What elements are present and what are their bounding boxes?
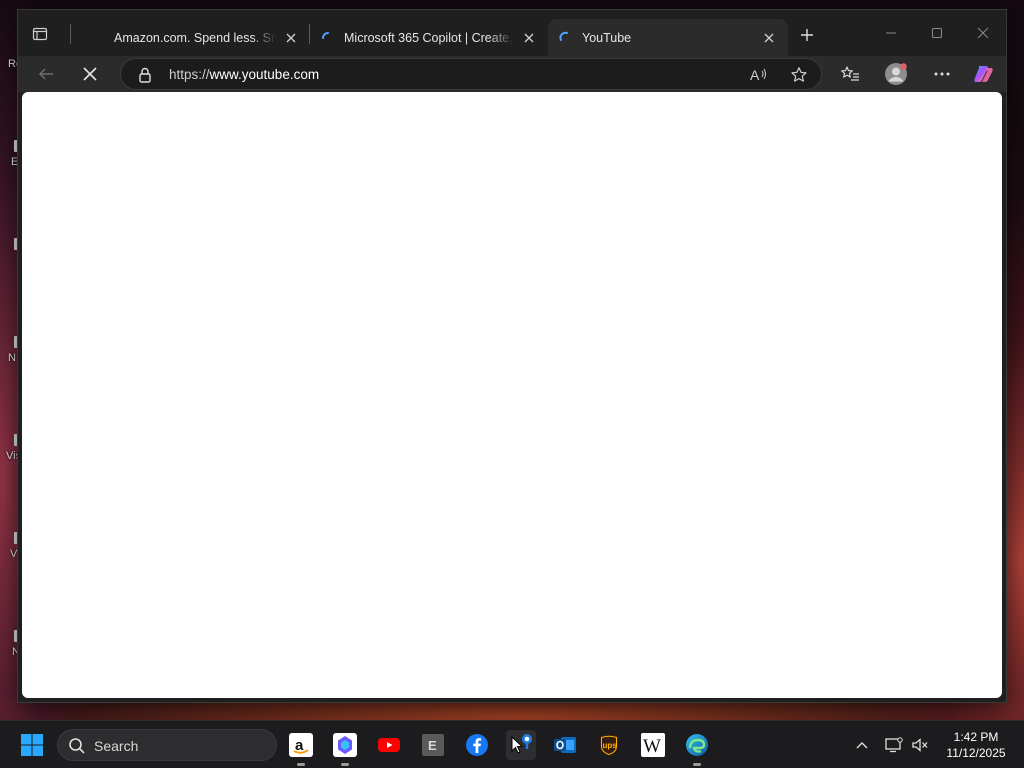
browser-toolbar: https://www.youtube.com A bbox=[18, 56, 1006, 92]
taskbar-app-ups[interactable]: ups bbox=[594, 730, 624, 760]
etsy-icon: E bbox=[422, 734, 444, 756]
tab-youtube[interactable]: YouTube bbox=[548, 19, 788, 56]
desktop-icon-label: N bbox=[8, 352, 16, 364]
maximize-button[interactable] bbox=[914, 20, 960, 46]
tab-title: Amazon.com. Spend less. Smile more. bbox=[114, 30, 276, 45]
clock-time: 1:42 PM bbox=[953, 730, 999, 744]
svg-text:W: W bbox=[643, 736, 661, 757]
avatar bbox=[885, 63, 907, 85]
tab-strip: Amazon.com. Spend less. Smile more. Micr… bbox=[18, 10, 1006, 56]
network-icon bbox=[885, 737, 903, 753]
taskbar-app-etsy[interactable]: E bbox=[418, 730, 448, 760]
stop-icon bbox=[83, 67, 97, 81]
taskbar-app-youtube[interactable] bbox=[374, 730, 404, 760]
system-clock[interactable]: 1:42 PM 11/12/2025 bbox=[936, 729, 1016, 761]
youtube-icon bbox=[378, 738, 400, 752]
close-tab-button[interactable] bbox=[520, 29, 538, 47]
show-hidden-icons-button[interactable] bbox=[852, 735, 872, 755]
profile-button[interactable] bbox=[882, 60, 910, 88]
minimize-icon bbox=[886, 32, 896, 34]
ups-icon: ups bbox=[600, 734, 618, 756]
network-icon-button[interactable] bbox=[884, 735, 904, 755]
amazon-favicon bbox=[90, 30, 106, 46]
favorite-button[interactable] bbox=[787, 63, 811, 87]
taskbar-app-copilot[interactable] bbox=[330, 730, 360, 766]
mouse-cursor-icon bbox=[511, 736, 523, 754]
clock-date: 11/12/2025 bbox=[946, 746, 1006, 760]
back-button[interactable] bbox=[32, 60, 60, 88]
read-aloud-button[interactable]: A bbox=[747, 63, 771, 87]
running-indicator bbox=[297, 763, 305, 766]
speaker-muted-icon bbox=[912, 738, 928, 752]
address-url[interactable]: https://www.youtube.com bbox=[169, 67, 319, 82]
search-icon bbox=[69, 738, 85, 754]
settings-more-button[interactable] bbox=[928, 60, 956, 88]
close-icon bbox=[286, 33, 296, 42]
close-icon bbox=[524, 33, 534, 42]
loading-spinner-icon bbox=[558, 30, 574, 46]
copilot-icon bbox=[974, 66, 993, 82]
chevron-up-icon bbox=[856, 742, 868, 749]
tab-copilot[interactable]: Microsoft 365 Copilot | Create, Share bbox=[310, 19, 548, 56]
start-button[interactable] bbox=[20, 733, 44, 757]
edge-icon bbox=[686, 734, 708, 756]
close-icon bbox=[764, 33, 774, 42]
close-tab-button[interactable] bbox=[282, 29, 300, 47]
wikipedia-icon: W bbox=[641, 733, 665, 757]
copilot-icon bbox=[333, 733, 357, 757]
running-indicator bbox=[693, 763, 701, 766]
taskbar-app-amazon[interactable]: a bbox=[286, 730, 316, 766]
browser-window: Amazon.com. Spend less. Smile more. Micr… bbox=[17, 9, 1007, 703]
svg-text:ups: ups bbox=[603, 741, 618, 750]
close-tab-button[interactable] bbox=[760, 29, 778, 47]
stop-loading-button[interactable] bbox=[76, 60, 104, 88]
loading-spinner-icon bbox=[320, 30, 336, 46]
tab-amazon[interactable]: Amazon.com. Spend less. Smile more. bbox=[80, 19, 310, 56]
tab-actions-icon bbox=[32, 27, 48, 41]
minimize-button[interactable] bbox=[868, 20, 914, 46]
taskbar-app-facebook[interactable] bbox=[462, 730, 492, 760]
taskbar-app-wikipedia[interactable]: W bbox=[638, 730, 668, 760]
svg-text:A: A bbox=[750, 67, 760, 83]
back-arrow-icon bbox=[38, 68, 53, 80]
read-aloud-icon: A bbox=[750, 67, 766, 83]
page-viewport[interactable] bbox=[22, 92, 1002, 698]
plus-icon bbox=[801, 29, 813, 41]
close-icon bbox=[977, 27, 989, 39]
url-host: www.youtube.com bbox=[209, 67, 320, 82]
lock-icon[interactable] bbox=[137, 66, 153, 84]
star-icon bbox=[791, 67, 807, 82]
taskbar-search[interactable]: Search bbox=[57, 729, 277, 761]
taskbar-app-edge[interactable] bbox=[682, 730, 712, 766]
favorites-list-icon bbox=[841, 66, 859, 81]
running-indicator bbox=[341, 763, 349, 766]
volume-button[interactable] bbox=[910, 735, 930, 755]
copilot-button[interactable] bbox=[970, 60, 998, 88]
address-bar[interactable]: https://www.youtube.com A bbox=[120, 58, 822, 90]
windows-logo-icon bbox=[21, 734, 43, 756]
url-scheme: https:// bbox=[169, 67, 210, 82]
new-tab-button[interactable] bbox=[796, 24, 818, 46]
tab-title: YouTube bbox=[582, 30, 632, 45]
close-window-button[interactable] bbox=[960, 20, 1006, 46]
search-placeholder: Search bbox=[94, 738, 139, 754]
more-dots-icon bbox=[934, 72, 950, 76]
svg-text:E: E bbox=[428, 738, 437, 753]
favorites-button[interactable] bbox=[836, 60, 864, 88]
maximize-icon bbox=[932, 28, 942, 38]
amazon-icon: a bbox=[289, 733, 313, 757]
facebook-icon bbox=[466, 734, 488, 756]
tab-separator bbox=[70, 24, 71, 44]
tab-title: Microsoft 365 Copilot | Create, Share bbox=[344, 30, 514, 45]
outlook-icon bbox=[554, 737, 576, 753]
tab-actions-button[interactable] bbox=[30, 24, 50, 44]
taskbar-app-outlook[interactable] bbox=[550, 730, 580, 760]
